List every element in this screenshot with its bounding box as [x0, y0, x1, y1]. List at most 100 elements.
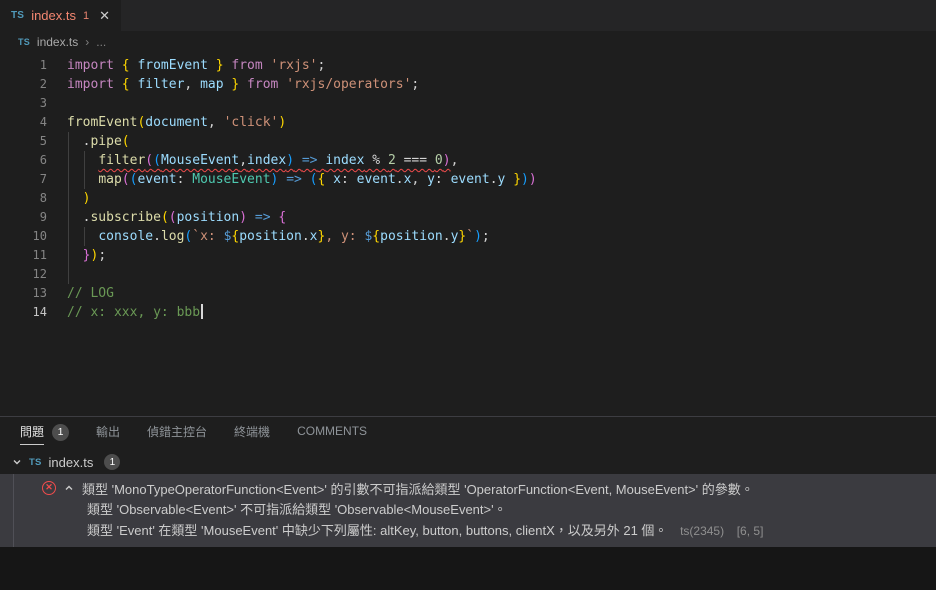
code-token: // LOG [67, 286, 114, 301]
problems-file-count-badge: 1 [104, 454, 121, 470]
code-text[interactable]: .pipe( [47, 132, 130, 151]
problem-message-line2[interactable]: 類型 'Observable<Event>' 不可指派給類型 'Observab… [0, 499, 936, 520]
breadcrumb-filename[interactable]: index.ts [37, 35, 78, 49]
code-token: === [395, 153, 435, 168]
code-token: ( [160, 210, 169, 225]
code-token: , y: [325, 229, 365, 244]
code-token: ) [474, 229, 482, 244]
code-line: 3 [0, 94, 936, 113]
code-text[interactable]: fromEvent(document, 'click') [47, 113, 286, 132]
code-text[interactable] [47, 265, 67, 284]
code-editor[interactable]: 1 import { fromEvent } from 'rxjs'; 2 impor… [0, 53, 936, 372]
panel-tab-label: COMMENTS [297, 424, 368, 438]
code-token: ) [528, 172, 537, 187]
code-token: ( [121, 134, 130, 149]
code-token: . [301, 229, 310, 244]
code-text[interactable]: // LOG [47, 284, 114, 303]
line-number: 9 [39, 210, 47, 224]
code-token: console [98, 229, 154, 244]
problems-file-group[interactable]: TS index.ts 1 [0, 451, 936, 474]
close-icon[interactable]: ✕ [99, 8, 110, 24]
code-token: . [395, 172, 404, 187]
code-token: { [278, 210, 287, 225]
code-line: 11 }); [0, 246, 936, 265]
code-token: subscribe [90, 210, 161, 225]
panel-tab-3[interactable]: 終端機 [234, 423, 270, 445]
panel-tab-badge: 1 [52, 423, 70, 441]
code-text[interactable]: .subscribe((position) => { [47, 208, 287, 227]
code-line: 13 // LOG [0, 284, 936, 303]
code-token: event [450, 172, 490, 187]
code-token: ) [521, 172, 529, 187]
code-token: ) [239, 210, 248, 225]
panel-tab-4[interactable]: COMMENTS [297, 424, 367, 443]
code-token: , [411, 172, 428, 187]
line-number: 10 [32, 229, 47, 243]
panel-tabs: 問題 1 輸出 偵錯主控台 終端機 COMMENTS [0, 417, 936, 451]
chevron-up-icon[interactable] [64, 483, 74, 493]
indent-guide [68, 132, 69, 284]
code-token: log [160, 229, 185, 244]
code-token: . [67, 210, 91, 225]
code-text[interactable]: map((event: MouseEvent) => ({ x: event.x… [47, 170, 537, 189]
code-token: ( [121, 172, 130, 187]
code-token: : [434, 172, 451, 187]
code-token: : [176, 172, 193, 187]
code-line: 5 .pipe( [0, 132, 936, 151]
code-text[interactable]: import { filter, map } from 'rxjs/operat… [47, 75, 419, 94]
code-line: 6 filter((MouseEvent,index) => index % 2… [0, 151, 936, 170]
code-line: 4 fromEvent(document, 'click') [0, 113, 936, 132]
line-number: 6 [39, 153, 47, 167]
code-text[interactable]: // x: xxx, y: bbb [47, 303, 203, 322]
code-token: => [286, 172, 302, 187]
code-token: : [340, 172, 357, 187]
code-token: filter [137, 77, 185, 92]
chevron-down-icon[interactable] [12, 457, 22, 467]
typescript-file-icon: TS [29, 456, 42, 468]
panel-tab-2[interactable]: 偵錯主控台 [147, 423, 207, 445]
problem-row-3[interactable]: 類型 'Event' 在類型 'MouseEvent' 中缺少下列屬性: alt… [0, 520, 936, 541]
line-number: 2 [39, 77, 47, 91]
code-line: 2 import { filter, map } from 'rxjs/opera… [0, 75, 936, 94]
problem-row-1[interactable]: ✕ 類型 'MonoTypeOperatorFunction<Event>' 的… [0, 478, 936, 499]
code-token: position [239, 229, 302, 244]
problem-item[interactable]: ✕ 類型 'MonoTypeOperatorFunction<Event>' 的… [0, 473, 936, 547]
breadcrumb-more[interactable]: ... [96, 35, 106, 49]
code-line: 12 [0, 265, 936, 284]
editor-lines: 1 import { fromEvent } from 'rxjs'; 2 impor… [0, 56, 936, 322]
code-token: 'rxjs/operators' [286, 77, 412, 92]
problem-error-code: ts(2345) [680, 523, 725, 538]
panel-tab-1[interactable]: 輸出 [96, 423, 120, 445]
code-line: 10 console.log(`x: ${position.x}, y: ${p… [0, 227, 936, 246]
panel-tab-0[interactable]: 問題 1 [20, 423, 70, 445]
line-number: 7 [39, 172, 47, 186]
code-token: filter [98, 153, 146, 168]
code-line: 14 // x: xxx, y: bbb [0, 303, 936, 322]
line-number: 11 [32, 248, 47, 262]
tab-filename: index.ts [31, 8, 76, 23]
code-text[interactable]: import { fromEvent } from 'rxjs'; [47, 56, 325, 75]
code-text[interactable]: }); [47, 246, 106, 265]
indent-guide [84, 151, 85, 189]
editor-tab-bar: TS index.ts 1 ✕ [0, 0, 936, 31]
code-text[interactable] [47, 94, 67, 113]
code-token: map [200, 77, 224, 92]
code-text[interactable]: console.log(`x: ${position.x}, y: ${posi… [47, 227, 489, 246]
code-token: map [98, 172, 122, 187]
code-token: { [121, 77, 138, 92]
text-cursor [201, 304, 203, 319]
panel-tab-label: 輸出 [96, 424, 121, 439]
tab-error-count-badge: 1 [83, 9, 90, 22]
code-token: ( [145, 153, 154, 168]
code-token: position [380, 229, 443, 244]
code-text[interactable]: filter((MouseEvent,index) => index % 2 =… [47, 151, 458, 170]
line-number: 5 [39, 134, 47, 148]
tab-index-ts[interactable]: TS index.ts 1 ✕ [0, 0, 122, 31]
